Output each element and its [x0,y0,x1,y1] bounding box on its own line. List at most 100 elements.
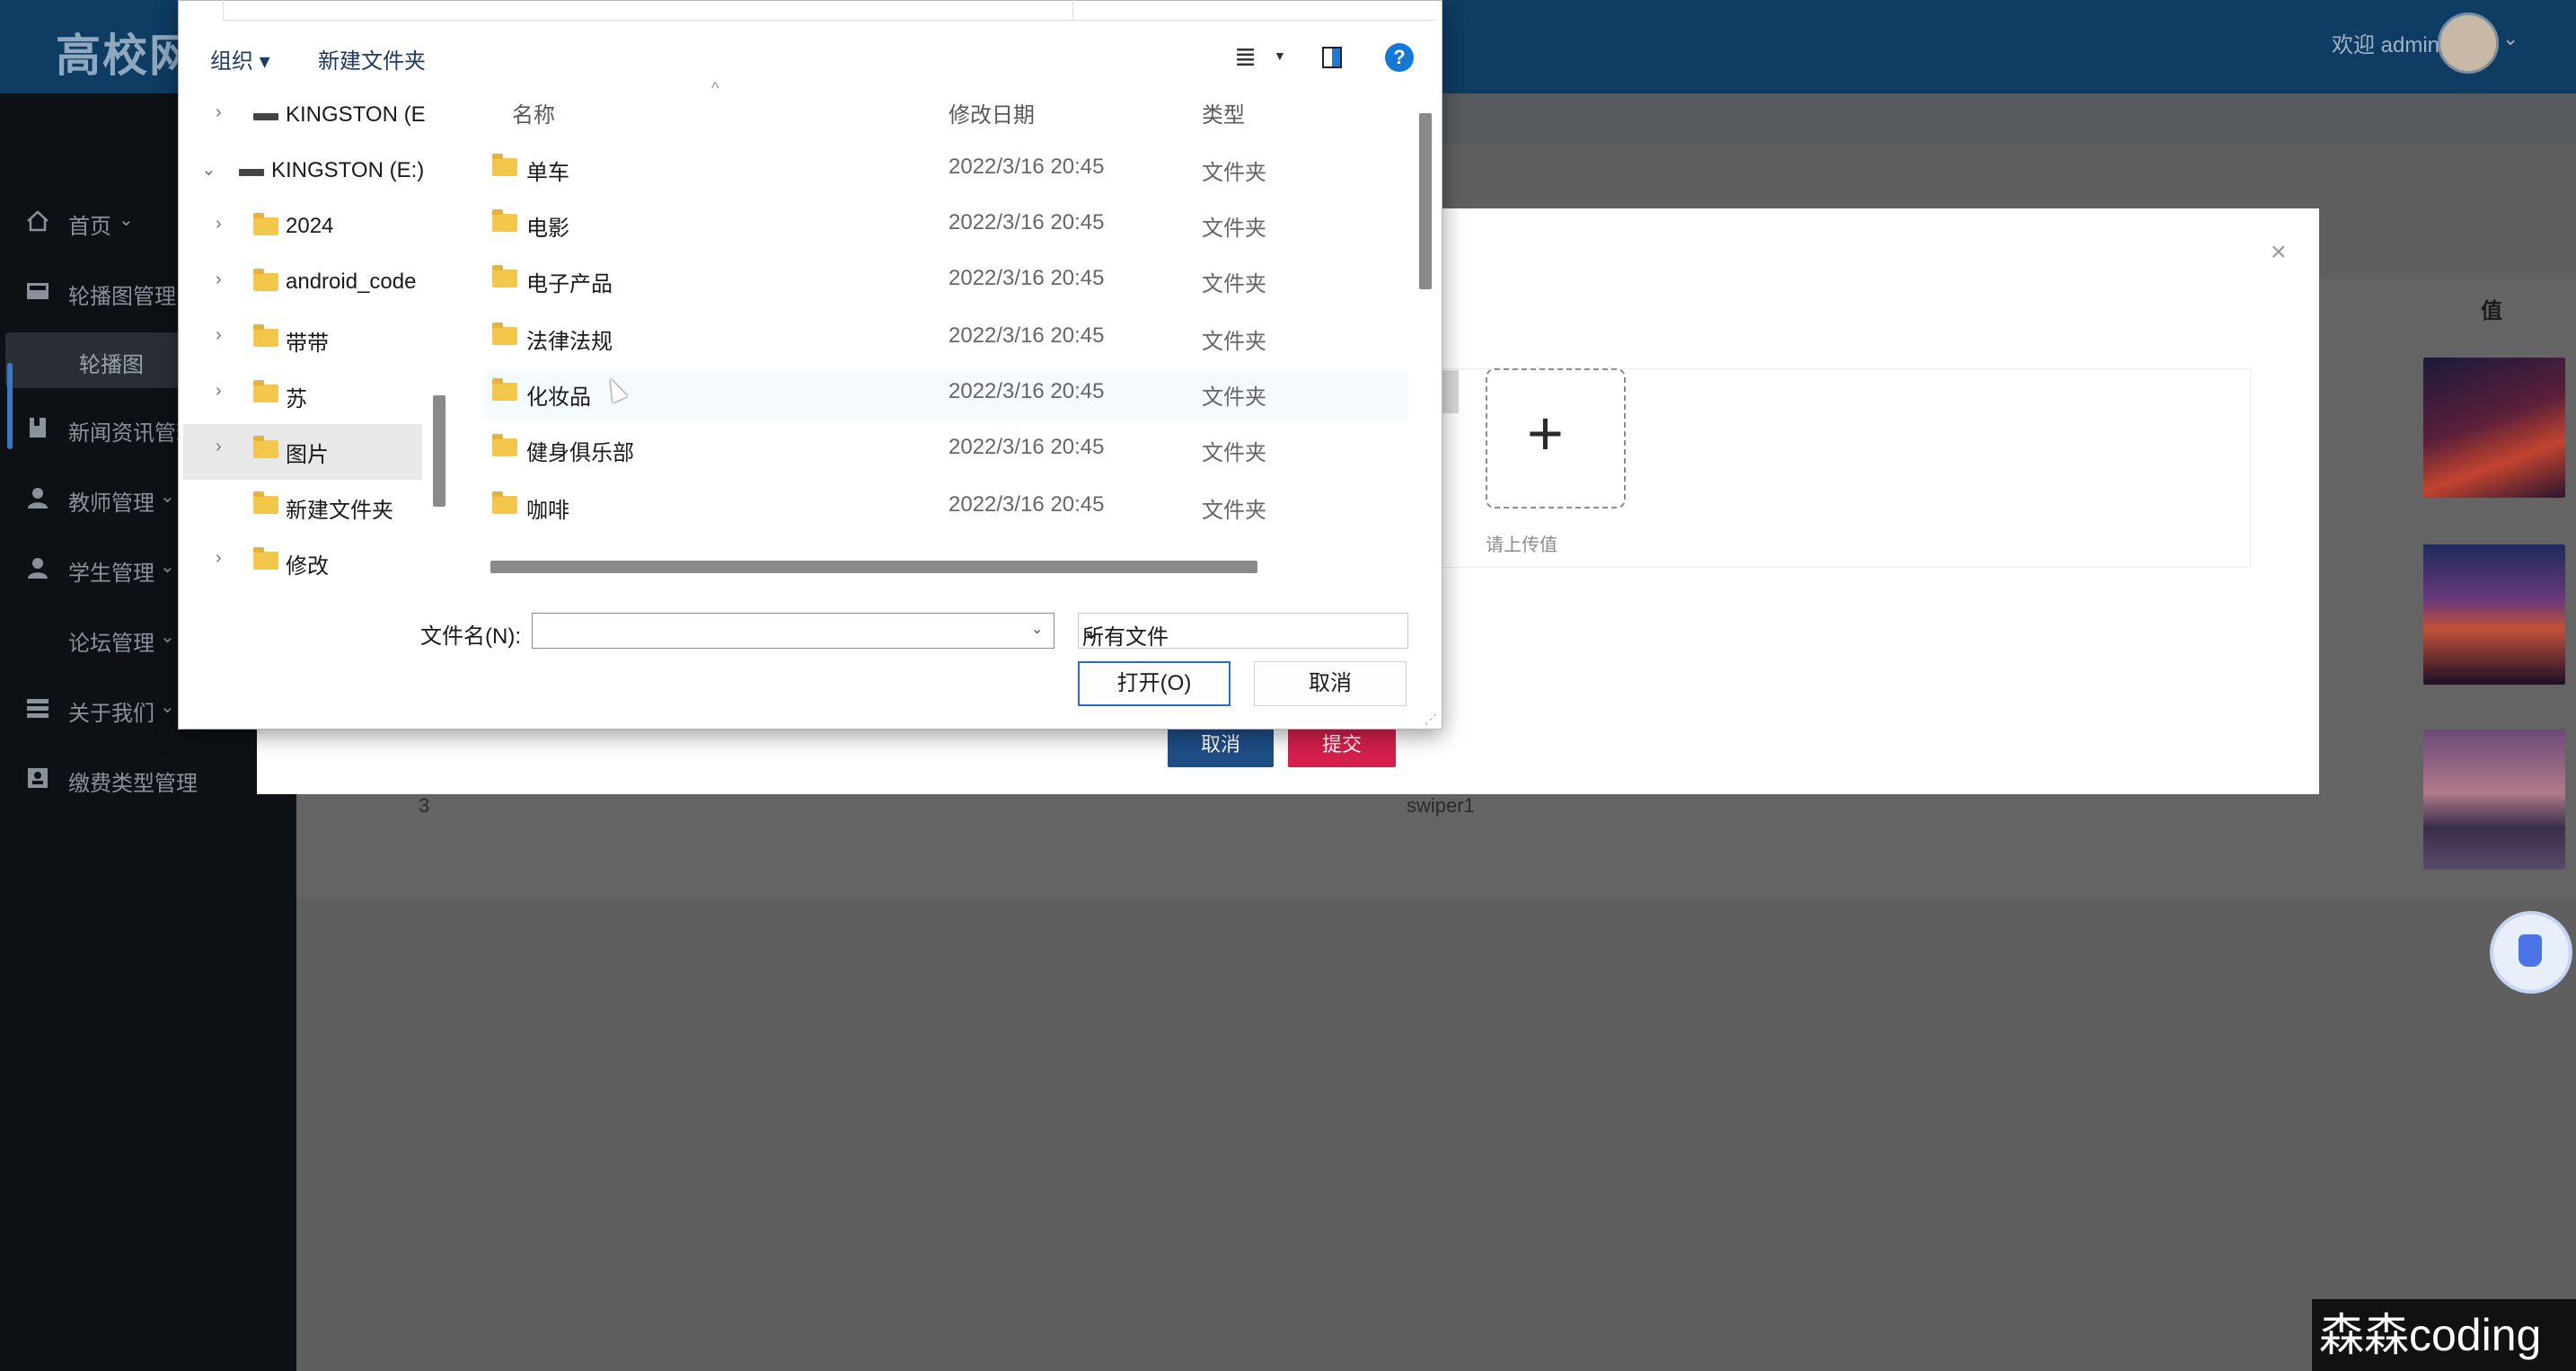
sidebar-item-label: 关于我们 [68,702,154,726]
sidebar-subitem-label: 轮播图 [79,353,144,377]
chevron-down-icon: ⌄ [160,627,175,647]
help-icon[interactable]: ? [1385,43,1414,72]
folder-icon [492,491,517,514]
file-name: 法律法规 [526,330,613,354]
home-icon [27,210,49,232]
sidebar-item-label: 教师管理 [68,491,154,516]
floating-assistant-button[interactable] [2490,911,2572,994]
filename-input[interactable] [532,613,1054,649]
folder-icon [492,154,517,176]
drive-icon [253,113,278,120]
file-date: 2022/3/16 20:45 [948,379,1105,403]
new-folder-button[interactable]: 新建文件夹 [318,43,426,75]
drive-icon [239,169,264,176]
sidebar-subitem-carousel[interactable]: 轮播图 [5,332,183,388]
folder-icon [253,436,278,458]
file-name: 电子产品 [526,272,613,296]
file-date: 2022/3/16 20:45 [948,155,1105,179]
file-list-vertical-scrollbar[interactable] [1419,113,1432,289]
folder-icon [253,269,278,291]
watermark: 森森coding [2312,1299,2576,1371]
table-thumbnail [2423,544,2565,685]
chevron-down-icon[interactable]: ⌄ [201,158,216,181]
file-row[interactable]: 健身俱乐部 2022/3/16 20:45 文件夹 [485,422,1408,474]
file-name: 单车 [526,161,569,185]
nav-item-label: KINGSTON (E:) [271,158,425,182]
table-thumbnail [2423,730,2565,870]
resize-grip-icon[interactable]: ⋰ [1425,712,1437,727]
folder-icon [492,434,517,456]
chevron-down-icon: ⌄ [160,487,175,507]
chevron-right-icon[interactable]: › [216,437,222,457]
view-options-icon[interactable]: ≣ [1234,41,1257,73]
chevron-right-icon[interactable]: › [216,102,222,123]
news-icon [30,418,46,438]
file-type: 文件夹 [1202,441,1266,465]
file-date: 2022/3/16 20:45 [948,435,1105,459]
file-type: 文件夹 [1202,272,1266,296]
nav-item-label: android_code [286,270,417,294]
nav-scrollbar[interactable] [433,395,446,507]
table-cell-name: swiper1 [1407,794,1475,817]
folder-icon [492,323,517,345]
file-type: 文件夹 [1202,161,1266,185]
avatar[interactable] [2438,13,2499,74]
chevron-right-icon[interactable]: › [216,270,222,290]
table-header-value: 值 [2481,299,2502,323]
filename-label: 文件名(N): [420,624,521,649]
file-row[interactable]: 单车 2022/3/16 20:45 文件夹 [485,142,1408,194]
file-date: 2022/3/16 20:45 [948,492,1105,517]
image-icon [27,283,49,299]
table-cell-index: 3 [419,794,430,817]
user-icon [28,558,48,579]
file-row[interactable]: 法律法规 2022/3/16 20:45 文件夹 [485,311,1408,363]
search-box[interactable] [1072,0,1436,21]
chevron-right-icon[interactable]: › [216,214,222,234]
file-row[interactable]: 电子产品 2022/3/16 20:45 文件夹 [485,253,1408,305]
sidebar-item-label: 学生管理 [68,562,154,586]
nav-item-label: 修改 [286,554,329,579]
list-icon [27,699,49,718]
column-header-name[interactable]: 名称 [512,97,555,128]
chevron-right-icon[interactable]: › [216,548,222,569]
chevron-right-icon[interactable]: › [216,381,222,402]
table-thumbnail [2423,358,2565,498]
sidebar-item-label: 论坛管理 [68,632,154,656]
chevron-down-icon: ⌄ [1082,620,1101,644]
file-list-horizontal-scrollbar[interactable] [490,561,1257,573]
caret-down-icon[interactable]: ▼ [1274,49,1286,63]
address-bar[interactable] [223,0,1073,21]
folder-icon [492,378,517,401]
folder-icon [253,547,278,570]
chevron-right-icon[interactable]: › [216,325,222,346]
sidebar-item-label: 首页 [68,215,111,239]
nav-item-label: 2024 [286,214,334,238]
folder-icon [492,209,517,232]
folder-icon [253,324,278,347]
file-date: 2022/3/16 20:45 [948,266,1105,290]
chevron-down-icon[interactable]: ⌄ [1031,620,1043,638]
chevron-down-icon[interactable]: ⌄ [2502,27,2519,50]
file-date: 2022/3/16 20:45 [948,323,1105,348]
plus-icon: + [1527,398,1564,468]
cancel-button[interactable]: 取消 [1254,661,1407,706]
file-row[interactable]: 咖啡 2022/3/16 20:45 文件夹 [485,480,1408,532]
file-row[interactable]: 电影 2022/3/16 20:45 文件夹 [485,198,1408,250]
column-header-date[interactable]: 修改日期 [948,97,1035,128]
upload-hint: 请上传值 [1486,535,1557,555]
file-name: 咖啡 [526,499,569,523]
nav-item-label: 新建文件夹 [286,499,393,523]
preview-pane-icon[interactable] [1322,47,1342,68]
welcome-text: 欢迎 admin [2332,33,2440,57]
chevron-down-icon: ⌄ [160,557,175,577]
organize-button[interactable]: 组织 ▾ [210,43,270,75]
close-icon[interactable]: × [2271,237,2287,268]
sidebar-item-fee-types[interactable]: 缴费类型管理 [0,744,296,814]
column-header-type[interactable]: 类型 [1202,97,1245,128]
usb-icon [2519,934,2542,967]
nav-item-label: 图片 [286,443,329,467]
open-button[interactable]: 打开(O) [1078,661,1231,706]
file-type-filter[interactable]: 所有文件 ⌄ [1078,613,1408,650]
file-type: 文件夹 [1202,330,1266,354]
chevron-down-icon: ⌄ [119,210,134,230]
